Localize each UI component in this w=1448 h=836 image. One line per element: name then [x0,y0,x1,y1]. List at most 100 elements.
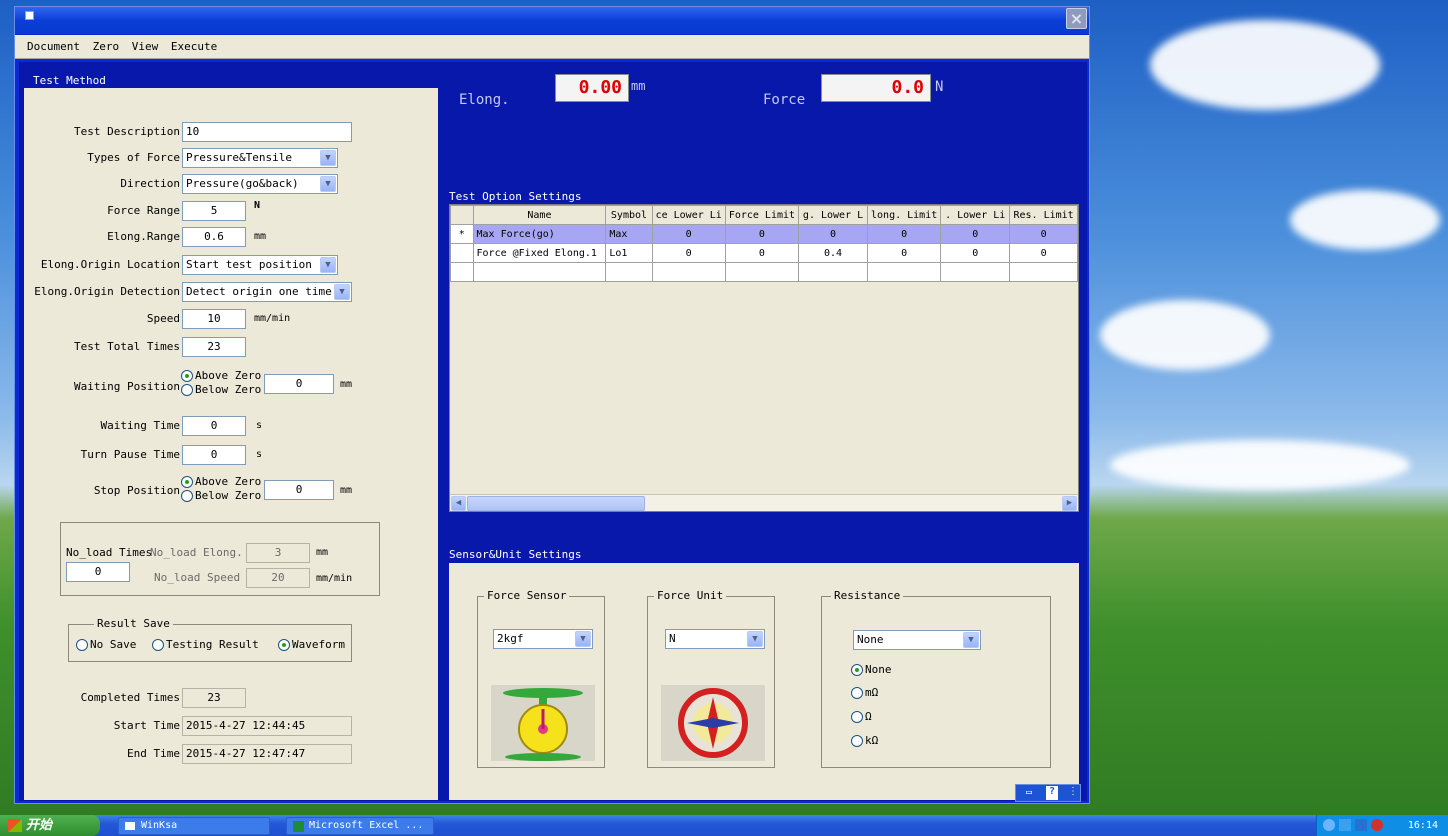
column-header[interactable]: long. Limit [867,205,942,225]
tray-expand-icon[interactable] [1323,819,1335,831]
table-cell[interactable] [651,262,726,282]
noload-speed-input[interactable]: 20 [246,568,310,588]
stop-below-zero-radio[interactable] [181,490,193,502]
table-cell[interactable] [867,262,942,282]
resistance-mohm-radio[interactable] [851,687,863,699]
menu-document[interactable]: Document [27,40,80,53]
network-icon[interactable] [1339,819,1351,831]
stop-above-zero-label: Above Zero [195,475,262,488]
elong-range-input[interactable]: 0.6 [182,227,246,247]
waiting-time-input[interactable]: 0 [182,416,246,436]
column-header[interactable]: Res. Limit [1009,205,1078,225]
table-cell[interactable]: 0 [724,224,800,244]
table-cell[interactable]: Lo1 [605,243,653,263]
test-total-times-input[interactable]: 23 [182,337,246,357]
noload-times-input[interactable]: 0 [66,562,130,582]
types-of-force-select[interactable]: Pressure&Tensile ▼ [182,148,338,168]
scroll-right-icon[interactable]: ▶ [1062,496,1077,511]
resistance-select[interactable]: None ▼ [853,630,981,650]
table-row[interactable]: Force @Fixed Elong.1 Lo1 0 0 0.4 0 0 0 [450,243,1078,263]
waiting-time-label: Waiting Time [100,419,180,432]
testing-result-radio[interactable] [152,639,164,651]
taskbar-item-excel[interactable]: Microsoft Excel ... [286,817,434,835]
table-row[interactable]: * Max Force(go) Max 0 0 0 0 0 0 [450,224,1078,244]
table-cell[interactable]: 0 [1009,224,1078,244]
scroll-left-icon[interactable]: ◀ [451,496,466,511]
close-button[interactable]: × [1066,8,1087,29]
table-cell[interactable]: 0 [798,224,869,244]
table-cell[interactable]: Force @Fixed Elong.1 [472,243,607,263]
waveform-radio[interactable] [278,639,290,651]
origin-detection-select[interactable]: Detect origin one time ▼ [182,282,352,302]
table-cell[interactable]: 0 [940,243,1011,263]
resistance-kohm-radio[interactable] [851,735,863,747]
stop-position-input[interactable]: 0 [264,480,334,500]
direction-select[interactable]: Pressure(go&back) ▼ [182,174,338,194]
start-button[interactable]: 开始 [0,815,100,836]
column-header[interactable]: Force Limit [724,205,800,225]
menu-view[interactable]: View [132,40,159,53]
column-header[interactable]: Name [472,205,607,225]
chevron-down-icon: ▼ [575,631,591,647]
waiting-above-zero-radio[interactable] [181,370,193,382]
table-cell[interactable]: 0 [651,243,726,263]
waiting-below-zero-radio[interactable] [181,384,193,396]
scroll-thumb[interactable] [467,496,645,511]
table-cell[interactable] [724,262,800,282]
origin-location-select[interactable]: Start test position ▼ [182,255,338,275]
elong-readout-value: 0.00 [555,74,629,102]
table-cell[interactable]: Max Force(go) [472,224,607,244]
test-description-label: Test Description [74,125,180,138]
table-cell[interactable] [940,262,1011,282]
table-cell[interactable]: 0 [1009,243,1078,263]
waiting-above-zero-label: Above Zero [195,369,262,382]
compass-icon [661,685,765,761]
help-icon[interactable]: ? [1046,786,1058,800]
result-save-title: Result Save [94,617,173,630]
main-area: Test Method Test Description 10 Types of… [19,62,1087,802]
table-cell[interactable]: 0 [867,224,942,244]
force-unit-title: Force Unit [654,589,727,602]
resistance-ohm-radio[interactable] [851,711,863,723]
origin-location-label: Elong.Origin Location [40,258,180,271]
resistance-none-radio[interactable] [851,664,863,676]
menu-zero[interactable]: Zero [93,40,120,53]
column-header[interactable]: ce Lower Li [651,205,726,225]
table-cell[interactable]: 0 [940,224,1011,244]
force-range-input[interactable]: 5 [182,201,246,221]
table-cell[interactable]: 0 [651,224,726,244]
test-description-input[interactable]: 10 [182,122,352,142]
horizontal-scrollbar[interactable]: ◀ ▶ [450,494,1078,511]
table-row[interactable] [450,262,1078,282]
speed-input[interactable]: 10 [182,309,246,329]
keyboard-icon[interactable]: ▭ [1026,787,1032,798]
turn-pause-time-label: Turn Pause Time [80,448,180,461]
force-unit-select[interactable]: N ▼ [665,629,765,649]
toolbar-options-icon[interactable]: ⋮ [1068,786,1078,797]
table-cell[interactable]: 0 [724,243,800,263]
column-header[interactable]: g. Lower L [798,205,869,225]
waiting-position-input[interactable]: 0 [264,374,334,394]
menu-execute[interactable]: Execute [171,40,217,53]
noload-group [60,522,380,596]
table-cell[interactable] [472,262,607,282]
volume-icon[interactable] [1355,819,1367,831]
taskbar-item-label: Microsoft Excel ... [309,820,424,831]
chevron-down-icon: ▼ [334,284,350,300]
turn-pause-time-input[interactable]: 0 [182,445,246,465]
column-header[interactable]: . Lower Li [940,205,1011,225]
language-toolbar[interactable]: ▭ ? ⋮ [1015,784,1081,802]
table-cell[interactable] [1009,262,1078,282]
no-save-radio[interactable] [76,639,88,651]
security-icon[interactable] [1371,819,1383,831]
table-cell[interactable] [605,262,653,282]
table-cell[interactable]: Max [605,224,653,244]
noload-elong-input[interactable]: 3 [246,543,310,563]
force-sensor-select[interactable]: 2kgf ▼ [493,629,593,649]
column-header[interactable]: Symbol [605,205,653,225]
table-cell[interactable]: 0 [867,243,942,263]
stop-above-zero-radio[interactable] [181,476,193,488]
table-cell[interactable] [798,262,869,282]
table-cell[interactable]: 0.4 [798,243,869,263]
taskbar-item-winksa[interactable]: WinKsa [118,817,270,835]
